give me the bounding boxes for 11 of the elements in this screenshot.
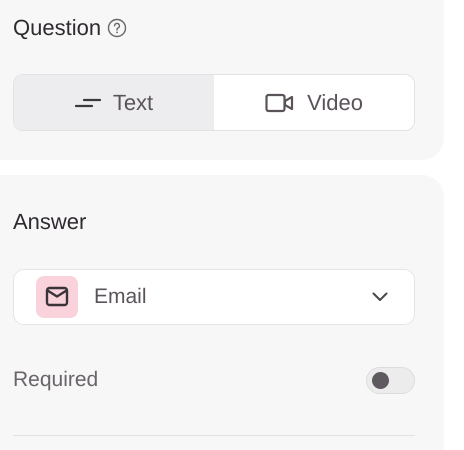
required-toggle[interactable] (366, 366, 415, 394)
section-title: Answer (13, 208, 88, 236)
envelope-icon (36, 276, 78, 318)
help-icon[interactable] (107, 18, 128, 38)
required-label: Required (13, 368, 98, 392)
chevron-down-icon (372, 292, 388, 302)
format-tab[interactable]: Text (14, 75, 214, 130)
lines-icon (74, 96, 101, 108)
answer-type-dropdown[interactable]: Email (13, 269, 415, 325)
section-title: Question (13, 14, 102, 42)
video-camera-icon (265, 92, 296, 112)
